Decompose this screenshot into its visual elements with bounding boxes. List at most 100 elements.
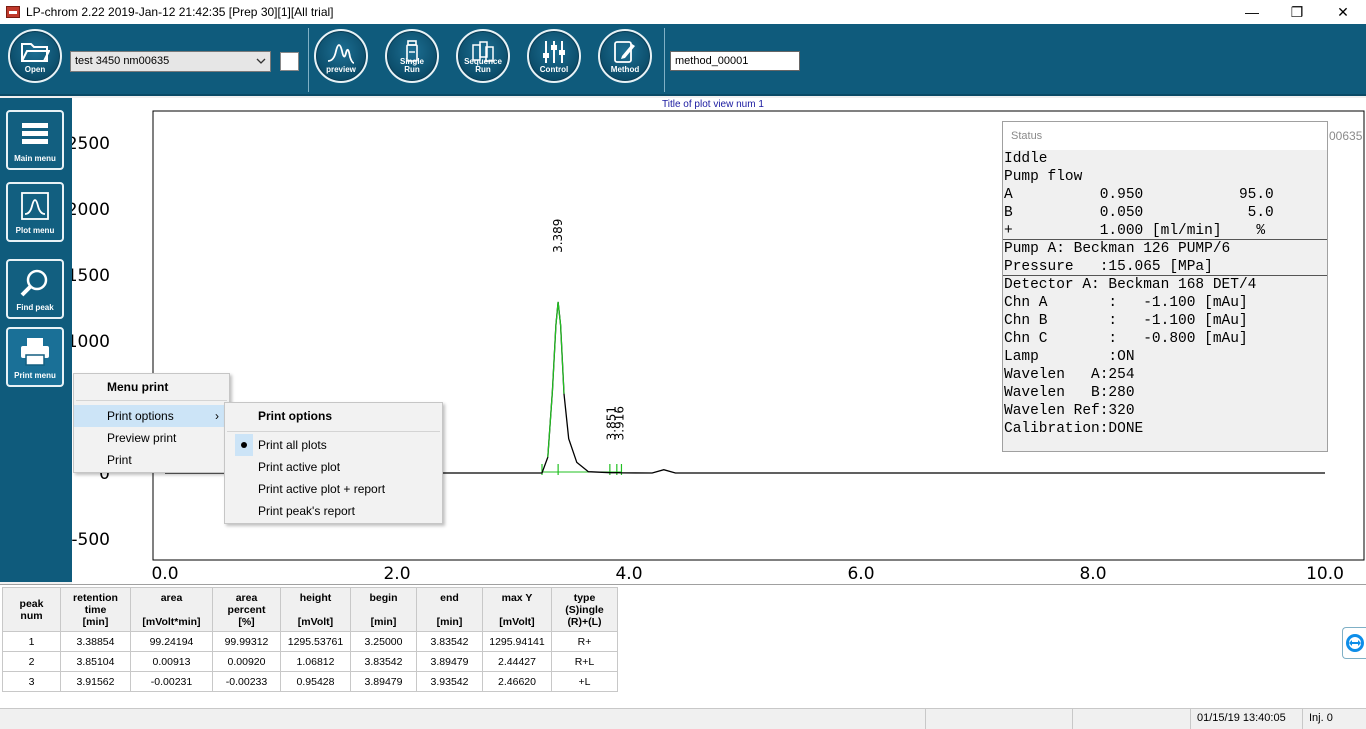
table-cell: 1295.53761 xyxy=(280,631,351,652)
menu-divider xyxy=(76,400,227,401)
radio-dot-icon xyxy=(235,434,253,456)
status-bar-cell xyxy=(925,709,1072,729)
y-tick-label: 2500 xyxy=(72,134,110,154)
menu-item-print-options[interactable]: Print options › xyxy=(74,405,229,427)
find-peak-button[interactable]: Find peak xyxy=(6,259,64,319)
column-header[interactable]: begin [min] xyxy=(350,587,417,632)
print-options-label: Print options xyxy=(107,409,174,423)
plot-menu-button[interactable]: Plot menu xyxy=(6,182,64,242)
open-button[interactable]: Open xyxy=(8,29,62,83)
folder-icon xyxy=(21,43,50,62)
table-cell: R+L xyxy=(551,651,618,672)
table-cell: -0.00231 xyxy=(130,671,213,692)
status-row: Wavelen Ref:320 xyxy=(1004,403,1135,419)
table-cell: 0.00913 xyxy=(130,651,213,672)
status-row: A 0.950 95.0 xyxy=(1004,187,1274,203)
peak-table-panel: peak num retention time [min] area [mVol… xyxy=(0,584,1366,708)
table-cell: 3.89479 xyxy=(350,671,417,692)
column-header[interactable]: retention time [min] xyxy=(60,587,131,632)
table-cell: 1295.94141 xyxy=(482,631,552,652)
menu-item-print-all-plots[interactable]: Print all plots xyxy=(225,434,442,456)
table-cell: 3.83542 xyxy=(350,651,417,672)
x-tick-label: 4.0 xyxy=(615,564,642,584)
menu-item-print-active-plot-report[interactable]: Print active plot + report xyxy=(225,478,442,500)
column-header[interactable]: area percent [%] xyxy=(212,587,281,632)
column-header[interactable]: max Y [mVolt] xyxy=(482,587,552,632)
table-row[interactable]: 2 3.85104 0.00913 0.00920 1.06812 3.8354… xyxy=(2,651,618,672)
table-cell: 2.46620 xyxy=(482,671,552,692)
print-menu-header: Menu print xyxy=(107,380,169,394)
menu-item-preview-print[interactable]: Preview print xyxy=(74,427,229,449)
table-cell: 3.83542 xyxy=(416,631,483,652)
table-cell: 1 xyxy=(2,631,61,652)
method-button[interactable]: Method xyxy=(598,29,652,83)
print-options-header: Print options xyxy=(258,409,332,423)
minimize-button[interactable]: — xyxy=(1229,0,1275,24)
status-row: B 0.050 5.0 xyxy=(1004,205,1274,221)
method-label: Method xyxy=(610,65,640,74)
teamviewer-icon xyxy=(1346,634,1364,652)
table-cell: 3.85104 xyxy=(60,651,131,672)
control-label: Control xyxy=(539,65,569,74)
column-header[interactable]: area [mVolt*min] xyxy=(130,587,213,632)
print-menu-label: Print menu xyxy=(14,371,56,380)
sample-select[interactable]: test 3450 nm00635 xyxy=(70,51,271,72)
table-row[interactable]: 1 3.38854 99.24194 99.99312 1295.53761 3… xyxy=(2,631,618,652)
remote-support-tab[interactable] xyxy=(1342,627,1366,659)
open-label: Open xyxy=(24,65,46,74)
table-cell: 0.00920 xyxy=(212,651,281,672)
table-cell: 1.06812 xyxy=(280,651,351,672)
status-bar: 01/15/19 13:40:05 Inj. 0 xyxy=(0,708,1366,729)
y-tick-label: 2000 xyxy=(72,200,110,220)
status-row: Pump A: Beckman 126 PUMP/6 xyxy=(1004,241,1231,257)
plot-menu-label: Plot menu xyxy=(15,226,55,235)
menu-item-print[interactable]: Print xyxy=(74,449,229,471)
x-tick-label: 6.0 xyxy=(847,564,874,584)
table-cell: 2 xyxy=(2,651,61,672)
sidebar: Main menu Plot menu Find peak Print menu xyxy=(0,98,72,582)
control-button[interactable]: Control xyxy=(527,29,581,83)
y-tick-label: 1000 xyxy=(72,332,110,352)
status-row: + 1.000 [ml/min] % xyxy=(1003,222,1327,240)
preview-button[interactable]: preview xyxy=(314,29,368,83)
maximize-button[interactable]: ❐ xyxy=(1274,0,1320,24)
menu-divider xyxy=(227,431,440,432)
status-bar-cell xyxy=(1072,709,1132,729)
menu-item-print-peaks-report[interactable]: Print peak's report xyxy=(225,500,442,522)
toolbar-separator xyxy=(308,28,309,92)
column-header[interactable]: end [min] xyxy=(416,587,483,632)
peak-label: 3.916 xyxy=(612,406,626,440)
preview-label: preview xyxy=(326,65,356,74)
plot-icon xyxy=(21,192,49,220)
table-cell: 99.24194 xyxy=(130,631,213,652)
single-run-button[interactable]: Single Run xyxy=(385,29,439,83)
main-menu-label: Main menu xyxy=(14,154,56,163)
status-injection: Inj. 0 xyxy=(1302,709,1366,729)
sequence-run-button[interactable]: Sequence Run xyxy=(456,29,510,83)
print-menu-button[interactable]: Print menu xyxy=(6,327,64,387)
column-header[interactable]: height [mVolt] xyxy=(280,587,351,632)
menu-item-print-active-plot[interactable]: Print active plot xyxy=(225,456,442,478)
table-cell: 0.95428 xyxy=(280,671,351,692)
table-row[interactable]: 3 3.91562 -0.00231 -0.00233 0.95428 3.89… xyxy=(2,671,618,692)
peak-table[interactable]: peak num retention time [min] area [mVol… xyxy=(2,587,618,692)
x-tick-label: 2.0 xyxy=(383,564,410,584)
status-row: Chn B : -1.100 [mAu] xyxy=(1004,313,1248,329)
main-menu-button[interactable]: Main menu xyxy=(6,110,64,170)
toolbar: Open test 3450 nm00635 preview Single Ru… xyxy=(0,24,1366,96)
toolbar-checkbox[interactable] xyxy=(280,52,299,71)
single-run-label: Single Run xyxy=(399,57,424,74)
status-row: Pressure :15.065 [MPa] xyxy=(1003,258,1327,276)
status-row: Pump flow xyxy=(1004,169,1083,185)
close-button[interactable]: ✕ xyxy=(1320,0,1366,24)
status-row: Detector A: Beckman 168 DET/4 xyxy=(1004,277,1257,293)
status-row: Wavelen A:254 xyxy=(1004,367,1135,383)
sequence-run-label: Sequence Run xyxy=(464,57,502,74)
method-name-field[interactable]: method_00001 xyxy=(670,51,800,71)
column-header[interactable]: peak num xyxy=(2,587,61,632)
table-cell: 99.99312 xyxy=(212,631,281,652)
table-cell: 2.44427 xyxy=(482,651,552,672)
column-header[interactable]: type (S)ingle (R)+(L) xyxy=(551,587,618,632)
status-row: Chn A : -1.100 [mAu] xyxy=(1004,295,1248,311)
chromatogram-icon xyxy=(327,44,355,64)
